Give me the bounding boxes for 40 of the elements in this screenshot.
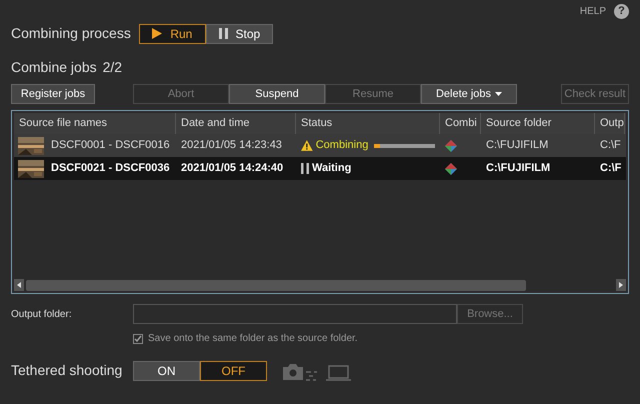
toggle-button[interactable]: ON — [133, 360, 200, 380]
checkbox-label: Save onto the same folder as the source folder. — [148, 332, 358, 346]
toolbar-button[interactable]: Suspend — [229, 84, 325, 104]
job-count: 2/2 — [102, 58, 122, 77]
warning-icon — [301, 140, 313, 151]
table-cell-text: DSCF0001 - DSCF0016 — [51, 138, 170, 154]
pause-icon — [218, 28, 228, 39]
table-cell: C:\FUJIFILM — [486, 139, 548, 152]
scroll-left-icon[interactable] — [14, 279, 24, 291]
table-cell-text: DSCF0021 - DSCF0036 — [51, 161, 170, 176]
table-cell: C:\F — [600, 139, 621, 152]
help-icon[interactable]: ? — [614, 4, 629, 18]
status-text: Combining — [316, 138, 368, 154]
combine-icon — [445, 162, 457, 174]
scrollbar-thumb[interactable] — [26, 280, 526, 290]
section-title: Combine jobs — [11, 58, 97, 77]
section-title: Combining process — [11, 24, 131, 43]
help-link[interactable]: HELP — [580, 4, 606, 18]
caret-icon — [495, 92, 502, 96]
check-icon — [134, 334, 142, 342]
table-cell: 2021/01/05 14:23:43 — [181, 139, 282, 152]
toolbar-button[interactable]: Delete jobs — [421, 84, 517, 104]
scroll-right-icon[interactable] — [616, 279, 626, 291]
table-row[interactable]: DSCF0021 - DSCF0036 2021/01/05 14:24:40 Waiting C:\FUJIFILM C:\F — [14, 157, 626, 180]
table-row[interactable]: DSCF0001 - DSCF0016 2021/01/05 14:23:43 Combining C:\FUJIFILM C:\F — [14, 134, 626, 157]
output-folder-field[interactable] — [133, 304, 457, 324]
register-jobs-button[interactable]: Register jobs — [11, 84, 95, 104]
horizontal-scrollbar[interactable] — [14, 279, 626, 291]
table-cell: 2021/01/05 14:24:40 — [181, 162, 284, 174]
toggle-button[interactable]: Stop — [206, 24, 273, 44]
pause-icon — [301, 163, 309, 174]
play-icon — [152, 28, 162, 39]
status-text: Waiting — [312, 161, 352, 176]
field-label: Output folder: — [11, 308, 73, 322]
toggle-button[interactable]: OFF — [200, 360, 267, 380]
combine-icon — [445, 140, 457, 152]
table-cell: C:\FUJIFILM — [486, 162, 550, 174]
section-title: Tethered shooting — [11, 361, 124, 380]
table-cell: C:\F — [600, 162, 622, 174]
toggle-button[interactable]: Run — [138, 24, 206, 44]
